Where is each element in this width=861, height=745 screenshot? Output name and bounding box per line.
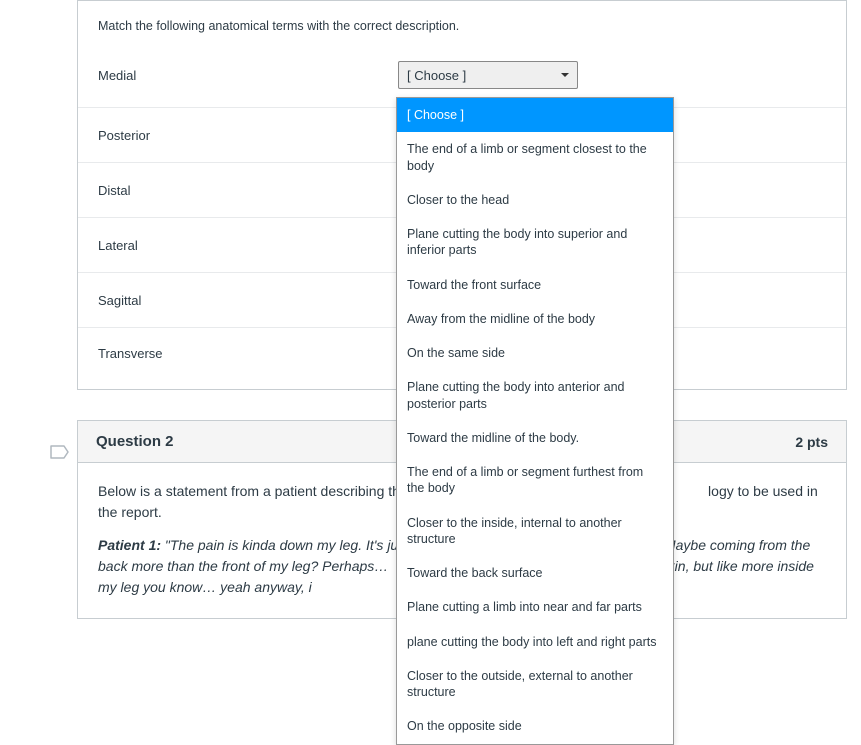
dropdown-option-7[interactable]: Plane cutting the body into anterior and… — [397, 370, 673, 421]
select-medial[interactable]: [ Choose ] — [398, 61, 578, 89]
question-1-instructions: Match the following anatomical terms wit… — [78, 1, 846, 43]
dropdown-option-8[interactable]: Toward the midline of the body. — [397, 421, 673, 455]
dropdown-option-3[interactable]: Plane cutting the body into superior and… — [397, 217, 673, 268]
select-medial-value: [ Choose ] — [407, 68, 466, 83]
patient-1-label: Patient 1: — [98, 537, 161, 553]
dropdown-option-14[interactable]: Closer to the outside, external to anoth… — [397, 659, 673, 710]
dropdown-option-12[interactable]: Plane cutting a limb into near and far p… — [397, 590, 673, 624]
term-lateral: Lateral — [98, 238, 398, 253]
question-2-title: Question 2 — [96, 433, 174, 450]
term-medial: Medial — [98, 68, 398, 83]
patient-1-quote-a: "The pain is kinda down my leg. It's jus… — [161, 537, 413, 553]
dropdown-option-5[interactable]: Away from the midline of the body — [397, 302, 673, 336]
dropdown-option-choose[interactable]: [ Choose ] — [397, 98, 673, 132]
term-sagittal: Sagittal — [98, 293, 398, 308]
dropdown-option-1[interactable]: The end of a limb or segment closest to … — [397, 132, 673, 183]
dropdown-option-4[interactable]: Toward the front surface — [397, 268, 673, 302]
dropdown-option-2[interactable]: Closer to the head — [397, 183, 673, 217]
dropdown-option-6[interactable]: On the same side — [397, 336, 673, 370]
dropdown-option-10[interactable]: Closer to the inside, internal to anothe… — [397, 506, 673, 557]
term-distal: Distal — [98, 183, 398, 198]
term-transverse: Transverse — [98, 346, 398, 361]
dropdown-option-11[interactable]: Toward the back surface — [397, 556, 673, 590]
dropdown-list[interactable]: [ Choose ] The end of a limb or segment … — [396, 97, 674, 745]
chevron-down-icon — [559, 69, 571, 81]
term-posterior: Posterior — [98, 128, 398, 143]
dropdown-option-15[interactable]: On the opposite side — [397, 709, 673, 743]
dropdown-option-9[interactable]: The end of a limb or segment furthest fr… — [397, 455, 673, 506]
flag-icon[interactable] — [50, 444, 70, 464]
question-2-points: 2 pts — [795, 434, 828, 450]
dropdown-option-13[interactable]: plane cutting the body into left and rig… — [397, 625, 673, 659]
